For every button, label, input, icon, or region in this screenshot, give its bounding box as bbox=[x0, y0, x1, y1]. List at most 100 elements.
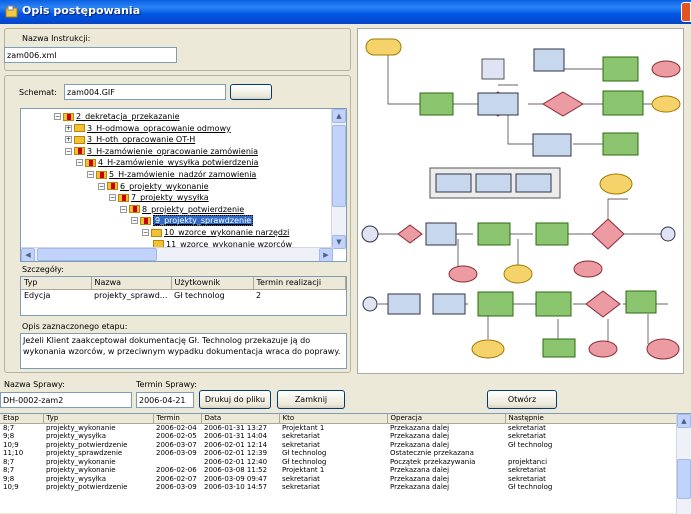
history-cell: 2006-03-08 11:52 bbox=[204, 466, 268, 474]
collapse-icon[interactable]: − bbox=[131, 217, 138, 225]
history-col-operation[interactable]: Operacja bbox=[387, 414, 506, 424]
collapse-icon[interactable]: − bbox=[65, 147, 72, 155]
tree-item[interactable]: − 9_projekty_sprawdzenie bbox=[131, 215, 254, 227]
history-cell: sekretariat bbox=[508, 474, 546, 483]
end-node bbox=[573, 260, 603, 278]
history-col-stage[interactable]: Etap bbox=[0, 414, 44, 424]
history-row[interactable]: 8;7 projekty_wykonanie 2006-02-04 2006-01-3… bbox=[0, 423, 676, 432]
history-cell: 10;9 bbox=[3, 440, 19, 449]
history-cell: projektanci bbox=[508, 457, 548, 466]
history-cell: projekty_wykonanie bbox=[46, 423, 116, 432]
expand-icon[interactable]: + bbox=[65, 124, 72, 132]
history-row[interactable]: 9;8 projekty_wysyłka 2006-02-07 2006-03-09 … bbox=[0, 475, 676, 484]
history-vertical-scrollbar[interactable]: ▲ bbox=[676, 414, 691, 514]
history-cell bbox=[505, 449, 676, 458]
tree-item[interactable]: − 10_wzorce_wykonanie narzędzi bbox=[142, 227, 289, 238]
history-cell: Projektant 1 bbox=[282, 423, 325, 432]
schema-browse-button[interactable] bbox=[230, 84, 272, 100]
collapse-icon[interactable]: − bbox=[87, 171, 94, 178]
tree-item-label: 4_H-zamówienie_wysyłka potwierdzenia bbox=[98, 158, 259, 168]
history-cell: Przekazana dalej bbox=[390, 423, 450, 432]
tree-item[interactable]: − 6_projekty_wykonanie bbox=[98, 181, 209, 192]
folder-icon bbox=[63, 112, 74, 121]
collapse-icon[interactable]: − bbox=[76, 159, 83, 167]
history-cell: Przekazana dalej bbox=[390, 483, 450, 491]
process-box bbox=[602, 132, 639, 156]
history-col-type[interactable]: Typ bbox=[43, 414, 154, 424]
tree-item[interactable]: +3_H-odmowa_opracowanie odmowy bbox=[65, 123, 231, 134]
tree-item[interactable]: − 4_H-zamówienie_wysyłka potwierdzenia bbox=[76, 157, 258, 168]
tree-item[interactable]: +3_H-oth_opracowanie OT-H bbox=[65, 134, 195, 145]
process-box bbox=[515, 173, 552, 193]
tree-item[interactable]: − 7_projekty_wysyłka bbox=[109, 192, 209, 203]
details-row[interactable]: Edycja projekty_sprawd... Gł technolog 2 bbox=[21, 289, 346, 301]
history-cell: sekretariat bbox=[508, 423, 546, 432]
close-button[interactable]: Zamknij bbox=[277, 390, 345, 409]
history-cell: Początek przekazywania bbox=[390, 457, 476, 466]
details-col-type[interactable]: Typ bbox=[21, 277, 92, 290]
history-cell: projekty_sprawdzenie bbox=[46, 449, 123, 457]
description-text[interactable]: Jeżeli Klient zaakceptował dokumentację … bbox=[20, 333, 347, 369]
process-box bbox=[432, 293, 466, 315]
history-col-date[interactable]: Data bbox=[201, 414, 280, 424]
history-row[interactable]: 8;7 projekty_wykonanie 2006-02-06 2006-03-0… bbox=[0, 466, 676, 475]
process-box bbox=[435, 173, 472, 193]
history-cell: 2006-02-06 bbox=[156, 466, 197, 474]
process-box bbox=[532, 133, 572, 157]
tree-item[interactable]: − 8_projekty_potwierdzenie bbox=[120, 204, 244, 215]
history-col-deadline[interactable]: Termin bbox=[153, 414, 202, 424]
history-row[interactable]: 10;9 projekty_potwierdzenie 2006-03-07 2006… bbox=[0, 441, 676, 450]
tree-scroll-thumb[interactable] bbox=[332, 125, 346, 207]
history-col-next[interactable]: Następnie bbox=[505, 414, 677, 424]
tree-vertical-scrollbar[interactable]: ▲ ▼ bbox=[331, 109, 346, 249]
history-cell: projekty_potwierdzenie bbox=[46, 440, 128, 449]
tree-item[interactable]: − 5_H-zamówienie_nadzór zamowienia bbox=[87, 169, 256, 180]
collapse-icon[interactable]: − bbox=[142, 229, 149, 236]
process-box bbox=[481, 58, 505, 80]
expand-icon[interactable]: + bbox=[65, 136, 72, 144]
tree-item-label: 6_projekty_wykonanie bbox=[120, 181, 209, 191]
history-row[interactable]: 9;8 projekty_wysyłka 2006-02-05 2006-01-31 … bbox=[0, 432, 676, 441]
details-col-name[interactable]: Nazwa bbox=[91, 277, 172, 290]
case-date-field[interactable]: 2006-04-21 bbox=[136, 392, 194, 408]
details-col-deadline[interactable]: Termin realizacji bbox=[253, 277, 346, 290]
scroll-right-icon[interactable]: ▶ bbox=[319, 248, 333, 261]
history-cell: Gł technolog bbox=[282, 449, 327, 457]
collapse-icon[interactable]: − bbox=[54, 113, 61, 120]
history-scroll-thumb[interactable] bbox=[677, 459, 691, 499]
tree-item[interactable]: − 3_H-zamówienie_opracowanie zamówienia bbox=[65, 146, 258, 157]
schema-label: Schemat: bbox=[19, 88, 57, 97]
print-to-file-button[interactable]: Drukuj do pliku bbox=[199, 390, 271, 409]
details-table-box: Typ Nazwa Użytkownik Termin realizacji E… bbox=[20, 276, 347, 316]
instruction-field[interactable]: zam006.xml bbox=[4, 47, 177, 63]
close-icon[interactable] bbox=[681, 2, 691, 22]
schema-field[interactable]: zam004.GIF bbox=[64, 84, 226, 100]
tree-hscroll-thumb[interactable] bbox=[37, 248, 157, 261]
scroll-left-icon[interactable]: ◀ bbox=[21, 248, 35, 261]
history-row[interactable]: 10;9 projekty_potwierdzenie 2006-03-09 2006… bbox=[0, 483, 676, 492]
details-col-user[interactable]: Użytkownik bbox=[171, 277, 254, 290]
scroll-up-icon[interactable]: ▲ bbox=[677, 414, 691, 428]
stage-tree[interactable]: − 2_dekretacja_przekazanie +3_H-odmowa_opr… bbox=[20, 108, 347, 262]
collapse-icon[interactable]: − bbox=[98, 182, 105, 190]
end-node bbox=[588, 340, 618, 358]
history-row[interactable]: 8;7 projekty_wykonanie 2006-02-01 12:40 Gł … bbox=[0, 458, 676, 467]
scroll-down-icon[interactable]: ▼ bbox=[332, 235, 346, 249]
tree-item[interactable]: − 2_dekretacja_przekazanie bbox=[54, 111, 180, 122]
history-row[interactable]: 11;10 projekty_sprawdzenie 2006-03-09 2006-… bbox=[0, 449, 676, 458]
history-cell: 9;8 bbox=[3, 432, 15, 440]
history-cell: 2006-03-07 bbox=[156, 440, 197, 449]
history-cell: 2006-02-01 12:40 bbox=[204, 457, 268, 466]
tree-horizontal-scrollbar[interactable]: ◀ ▶ bbox=[21, 247, 333, 261]
history-cell: Przekazana dalej bbox=[390, 466, 450, 474]
scroll-up-icon[interactable]: ▲ bbox=[332, 109, 346, 123]
process-box bbox=[533, 48, 565, 72]
tree-item-label: 10_wzorce_wykonanie narzędzi bbox=[164, 228, 290, 237]
history-col-who[interactable]: Kto bbox=[279, 414, 388, 424]
tree-item-label: 3_H-odmowa_opracowanie odmowy bbox=[87, 123, 231, 133]
open-button[interactable]: Otwórz bbox=[487, 390, 557, 409]
collapse-icon[interactable]: − bbox=[120, 205, 127, 213]
collapse-icon[interactable]: − bbox=[109, 194, 116, 202]
process-box bbox=[542, 338, 576, 358]
case-name-field[interactable]: DH-0002-zam2 bbox=[0, 392, 132, 408]
